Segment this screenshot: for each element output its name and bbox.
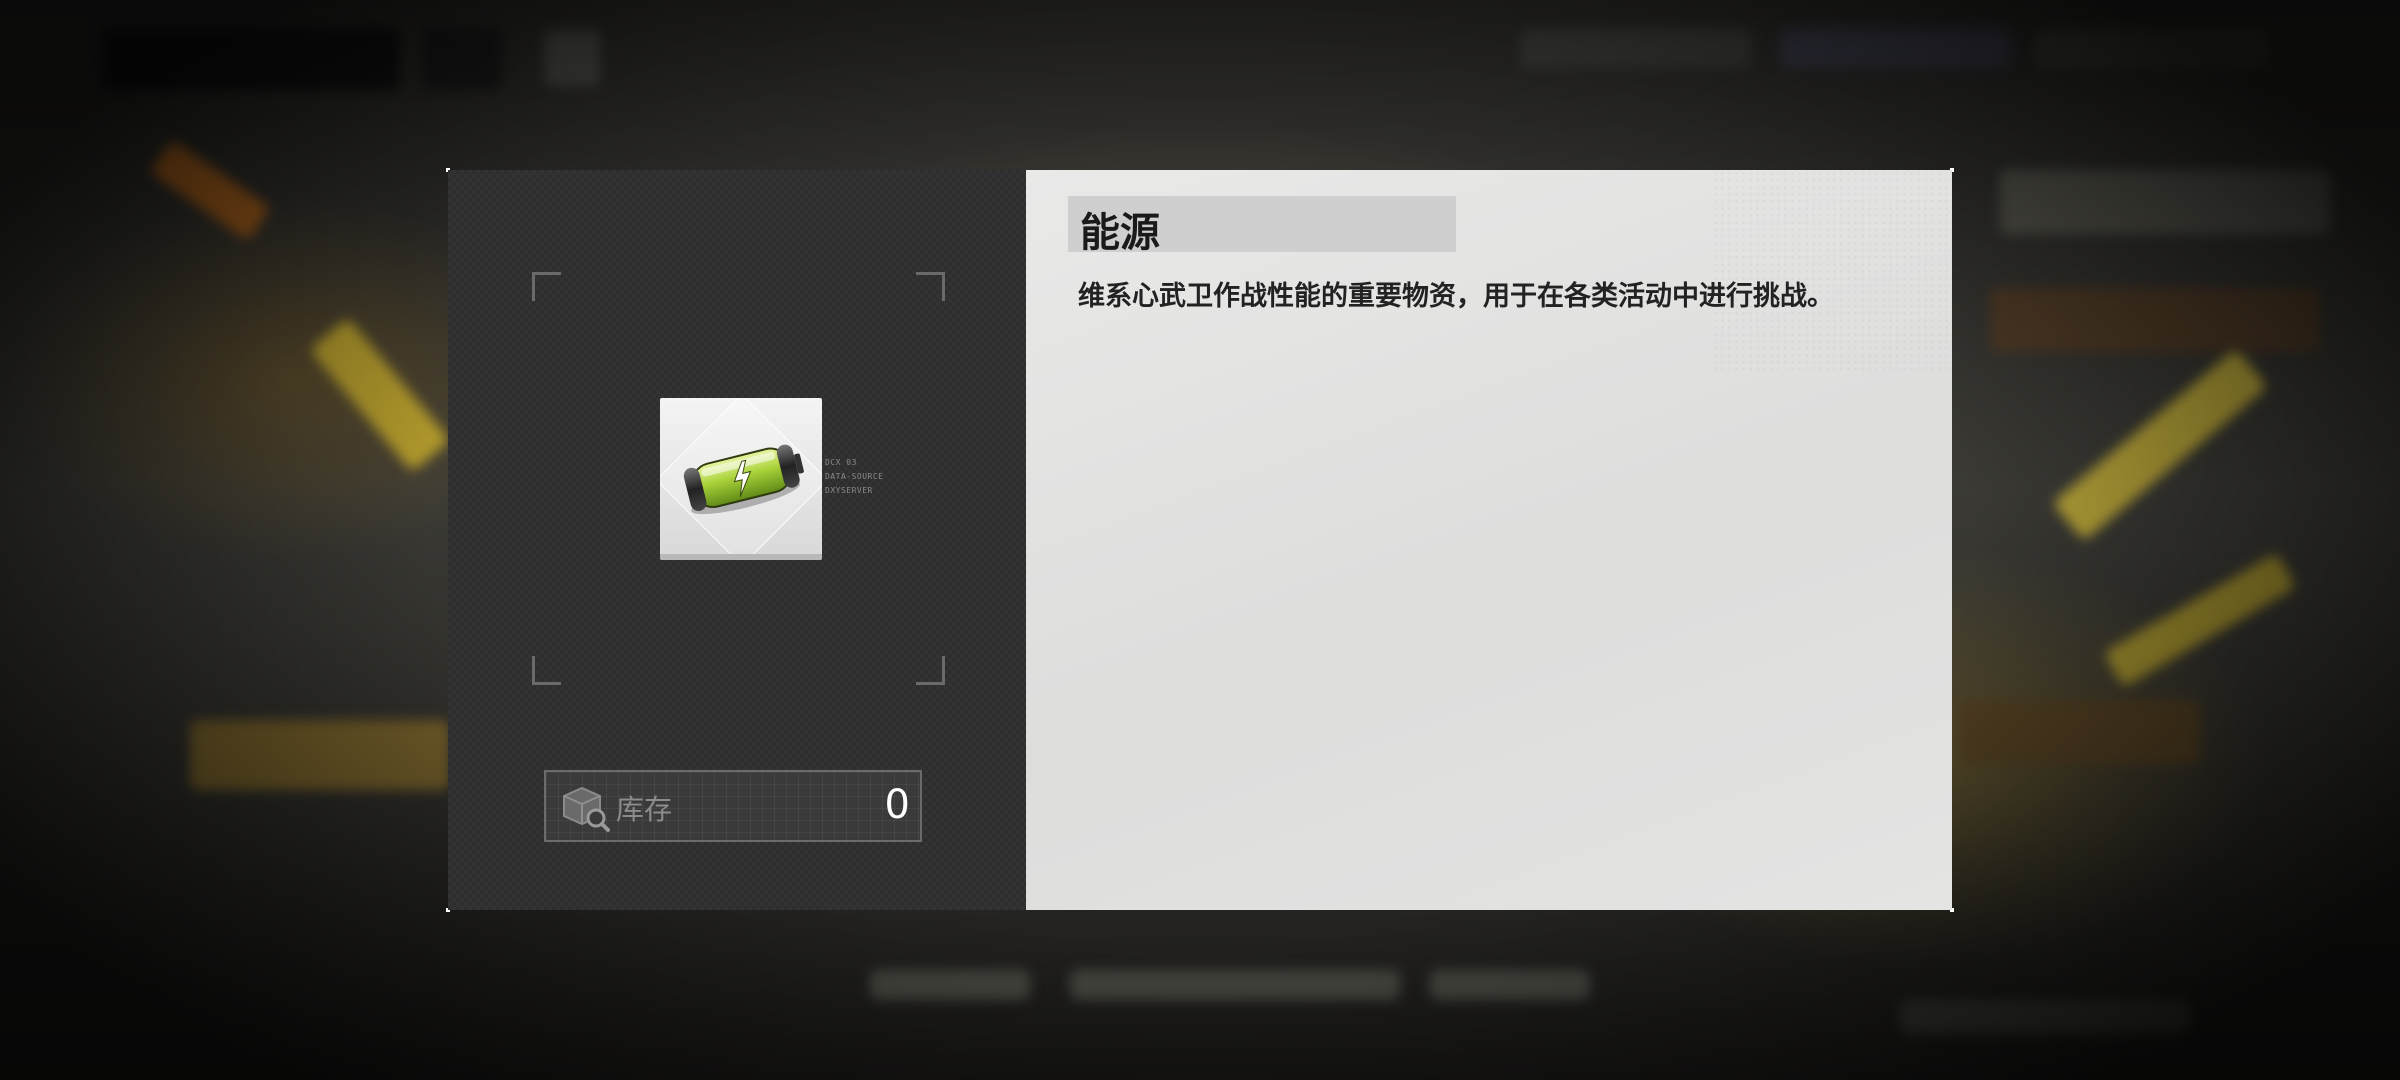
frame-bracket-top-left	[532, 272, 561, 301]
frame-bracket-top-right	[916, 272, 945, 301]
item-preview-panel: DCX 03 DATA-SOURCE DXYSERVER 库存 0	[448, 170, 1026, 910]
item-card	[660, 398, 822, 560]
tiny-label-3: DXYSERVER	[825, 486, 873, 495]
inventory-box: 库存 0	[544, 770, 922, 842]
item-title-bar: 能源	[1068, 196, 1456, 256]
item-description: 维系心武卫作战性能的重要物资，用于在各类活动中进行挑战。	[1078, 281, 1834, 312]
item-detail-modal: DCX 03 DATA-SOURCE DXYSERVER 库存 0 能源 维系心…	[446, 168, 1954, 912]
frame-bracket-bottom-left	[532, 656, 561, 685]
panel-texture	[1712, 170, 1952, 370]
box-search-icon	[563, 786, 610, 832]
item-description-panel: 能源 维系心武卫作战性能的重要物资，用于在各类活动中进行挑战。	[1026, 170, 1952, 910]
tiny-label-1: DCX 03	[825, 458, 857, 467]
card-bottom-strip	[660, 554, 822, 560]
inventory-label: 库存	[616, 793, 673, 826]
item-title: 能源	[1080, 210, 1160, 256]
frame-bracket-bottom-right	[916, 656, 945, 685]
battery-energy-icon	[683, 444, 804, 515]
tiny-label-2: DATA-SOURCE	[825, 472, 884, 481]
inventory-count: 0	[884, 782, 910, 828]
